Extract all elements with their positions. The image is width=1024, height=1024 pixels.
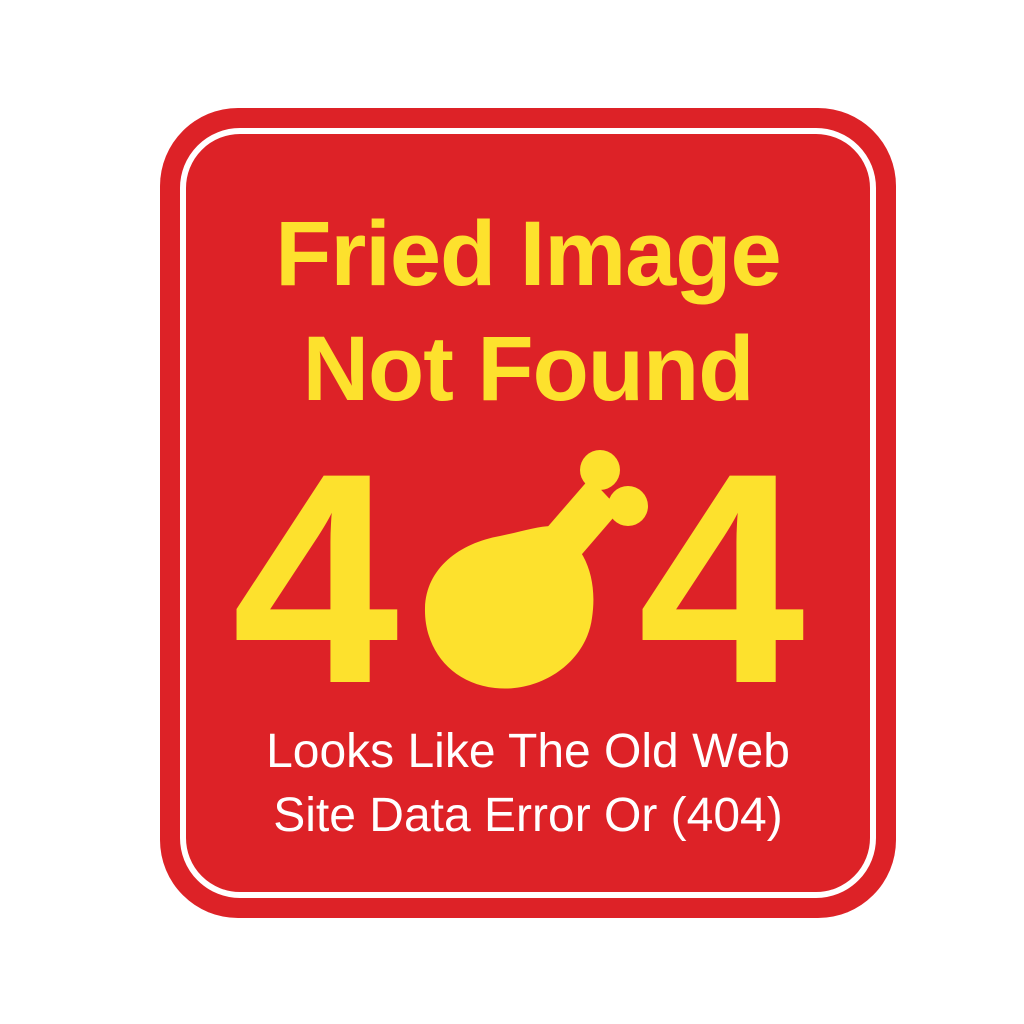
sign-title-line-2: Not Found: [302, 318, 755, 420]
error-code-digit-right: 4: [638, 410, 805, 746]
sign-title-line-1: Fried Image: [275, 203, 781, 305]
error-code-digit-left: 4: [232, 410, 399, 746]
sign-subtitle-line-1: Looks Like The Old Web: [266, 725, 790, 778]
error-sign: Fried Image Not Found 4 4 Looks Like The…: [160, 108, 896, 918]
sign-subtitle-line-2: Site Data Error Or (404): [273, 789, 783, 842]
error-code: 4 4: [160, 428, 896, 728]
chicken-drumstick-icon: [424, 450, 648, 689]
